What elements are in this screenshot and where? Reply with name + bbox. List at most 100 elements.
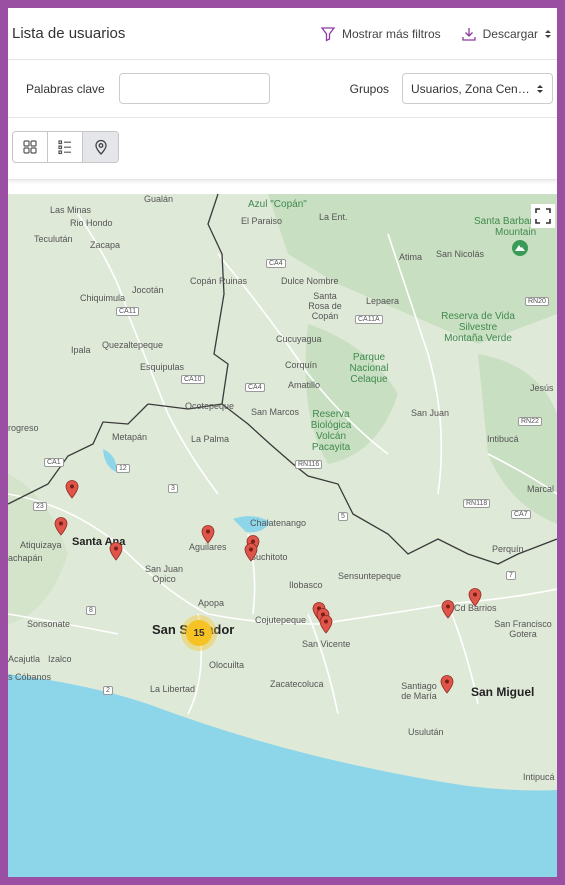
view-switch bbox=[12, 131, 119, 163]
more-filters-label: Mostrar más filtros bbox=[341, 26, 441, 41]
map-label: San Juan bbox=[411, 408, 450, 418]
keywords-input[interactable] bbox=[118, 73, 270, 104]
user-pin[interactable] bbox=[54, 516, 68, 536]
map-label: Santa Barbara bbox=[474, 216, 539, 227]
mountain-icon bbox=[512, 240, 528, 256]
route-shield: RN22 bbox=[518, 417, 542, 426]
route-shield: CA7 bbox=[511, 510, 531, 519]
user-pin[interactable] bbox=[65, 479, 79, 499]
map-label: Santa Rosa de Copán bbox=[308, 291, 342, 321]
map-label: Zacatecoluca bbox=[270, 679, 324, 689]
map-label: San Vicente bbox=[302, 639, 351, 649]
map-label: Izalco bbox=[48, 654, 72, 664]
route-shield: CA4 bbox=[245, 383, 265, 392]
map-label: El Paraiso bbox=[241, 216, 283, 226]
map-view-button[interactable] bbox=[83, 132, 118, 162]
map-label: Cucuyagua bbox=[276, 334, 322, 344]
users-map[interactable]: Las Minas Gualán Azul "Copán" Santa Barb… bbox=[8, 194, 557, 877]
map-label: Cojutepeque bbox=[255, 615, 307, 625]
map-label: s Cóbanos bbox=[8, 672, 52, 682]
map-label: Lepaera bbox=[366, 296, 400, 306]
page-title: Lista de usuarios bbox=[12, 25, 126, 42]
panel-header: Lista de usuarios Mostrar más filtros De… bbox=[8, 8, 557, 60]
user-pin[interactable] bbox=[440, 674, 454, 694]
groups-select[interactable]: Usuarios, Zona Central... bbox=[402, 73, 553, 104]
route-shield: CA10 bbox=[181, 375, 205, 384]
keywords-label: Palabras clave bbox=[26, 81, 105, 96]
map-label: Ocotepeque bbox=[185, 401, 235, 411]
route-shield: 7 bbox=[506, 571, 516, 580]
map-label: Zacapa bbox=[90, 240, 121, 250]
map-label: Intipucá bbox=[523, 772, 555, 782]
map-label: Ipala bbox=[71, 345, 91, 355]
select-arrows-icon bbox=[537, 84, 543, 93]
map-label: Teculután bbox=[34, 234, 73, 244]
map-label: Amatillo bbox=[288, 380, 321, 390]
map-label: Sonsonate bbox=[27, 619, 71, 629]
map-label: San Miguel bbox=[471, 685, 535, 699]
user-pin[interactable] bbox=[468, 587, 482, 607]
user-pin[interactable] bbox=[244, 542, 258, 562]
groups-select-value: Usuarios, Zona Central... bbox=[411, 81, 531, 96]
map-label: Perquín bbox=[492, 544, 524, 554]
route-shield: CA4 bbox=[266, 259, 286, 268]
route-shield: RN20 bbox=[525, 297, 549, 306]
map-label: Parque Nacional Celaque bbox=[349, 352, 389, 385]
route-shield: 12 bbox=[116, 464, 130, 473]
map-label: Sensuntepeque bbox=[338, 571, 402, 581]
map-label: Apopa bbox=[198, 598, 225, 608]
map-label: Chiquimula bbox=[80, 293, 126, 303]
map-label: Reserva Biológica Volcán Pacayita bbox=[310, 409, 352, 453]
grid-icon bbox=[23, 140, 37, 154]
map-label: San Marcos bbox=[251, 407, 300, 417]
map-label: Chalatenango bbox=[250, 518, 307, 528]
map-label: Dulce Nombre bbox=[281, 276, 339, 286]
fullscreen-button[interactable] bbox=[531, 204, 555, 228]
map-label: Gualán bbox=[144, 194, 174, 204]
map-label: Copán Ruinas bbox=[190, 276, 248, 286]
user-list-panel: Lista de usuarios Mostrar más filtros De… bbox=[8, 8, 557, 877]
fullscreen-icon bbox=[535, 208, 551, 224]
map-pin-icon bbox=[94, 139, 107, 155]
user-pin[interactable] bbox=[109, 541, 123, 561]
map-label: Quezaltepeque bbox=[102, 340, 164, 350]
route-shield: CA11A bbox=[355, 315, 383, 324]
route-shield: RN118 bbox=[463, 499, 491, 508]
route-shield: 2 bbox=[103, 686, 113, 695]
map-label: Intibucá bbox=[487, 434, 519, 444]
list-view-button[interactable] bbox=[48, 132, 83, 162]
map-label: Acajutla bbox=[8, 654, 41, 664]
grid-view-button[interactable] bbox=[13, 132, 48, 162]
map-label: Reserva de Vida Silvestre Montaña Verde bbox=[441, 311, 515, 344]
map-label: Jocotán bbox=[132, 285, 164, 295]
user-cluster-marker[interactable]: 15 bbox=[186, 620, 212, 646]
route-shield: CA11 bbox=[116, 307, 139, 316]
map-label: San Juan Opico bbox=[144, 564, 184, 584]
route-shield: CA1 bbox=[44, 458, 64, 467]
route-shield: RN116 bbox=[295, 460, 323, 469]
map-label: Atiquizaya bbox=[20, 540, 62, 550]
map-label: Azul "Copán" bbox=[248, 199, 307, 210]
view-toolbar bbox=[8, 118, 557, 180]
map-label: Metapán bbox=[112, 432, 148, 442]
map-label: La Ent. bbox=[319, 212, 348, 222]
user-pin[interactable] bbox=[201, 524, 215, 544]
more-filters-button[interactable]: Mostrar más filtros bbox=[320, 26, 441, 42]
map-label: Corquín bbox=[285, 360, 318, 370]
groups-label: Grupos bbox=[349, 81, 389, 96]
map-label: Ilobasco bbox=[289, 580, 323, 590]
download-button[interactable]: Descargar bbox=[461, 26, 553, 42]
user-pin[interactable] bbox=[441, 599, 455, 619]
map-label: Atima bbox=[399, 252, 423, 262]
download-label: Descargar bbox=[482, 26, 538, 41]
user-pin[interactable] bbox=[319, 614, 333, 634]
map-label: Rio Hondo bbox=[70, 218, 113, 228]
sort-arrows-icon bbox=[545, 29, 551, 38]
map-label: Esquipulas bbox=[140, 362, 185, 372]
route-shield: 23 bbox=[33, 502, 47, 511]
route-shield: 3 bbox=[168, 484, 178, 493]
list-icon bbox=[58, 140, 71, 155]
map-label: rogreso bbox=[8, 423, 39, 433]
map-label: San Nicolás bbox=[436, 249, 485, 259]
route-shield: 5 bbox=[338, 512, 348, 521]
